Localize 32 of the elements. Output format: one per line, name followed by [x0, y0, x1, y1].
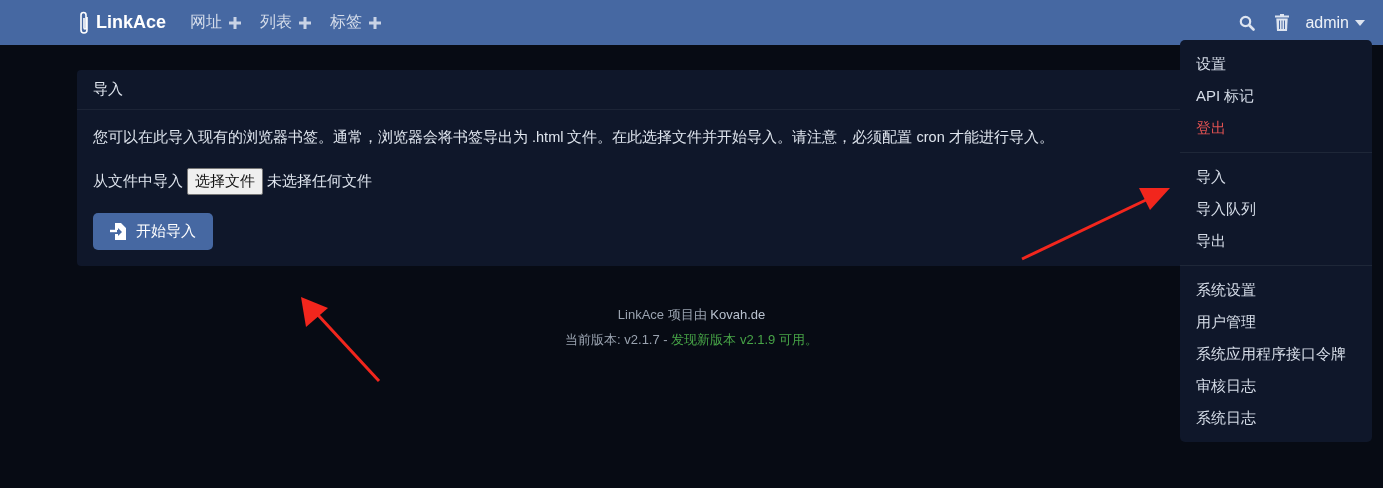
start-import-button[interactable]: 开始导入 — [93, 213, 213, 250]
menu-item[interactable]: 导入 — [1180, 161, 1372, 193]
menu-item[interactable]: 导出 — [1180, 225, 1372, 257]
plus-icon[interactable] — [368, 15, 383, 30]
menu-item[interactable]: 系统日志 — [1180, 402, 1372, 434]
search-icon[interactable] — [1239, 14, 1256, 31]
menu-item[interactable]: 设置 — [1180, 48, 1372, 80]
user-menu-button[interactable]: admin — [1305, 13, 1365, 32]
menu-item[interactable]: 审核日志 — [1180, 370, 1372, 402]
brand-logo-text[interactable]: LinkAce — [96, 12, 167, 33]
nav-link[interactable]: 网址 — [190, 12, 223, 33]
trash-icon[interactable] — [1275, 14, 1290, 31]
menu-item[interactable]: 导入队列 — [1180, 193, 1372, 225]
menu-item[interactable]: 登出 — [1180, 112, 1372, 144]
caret-icon — [1355, 19, 1365, 26]
menu-item[interactable]: API 标记 — [1180, 80, 1372, 112]
paperclip-icon — [78, 9, 90, 36]
plus-icon[interactable] — [228, 15, 243, 30]
description-text: 您可以在此导入现有的浏览器书签。通常，浏览器会将书签导出为 .html 文件。在此选择文件并开始导入。请注意，必须配置 cron 才能进行导入。 — [93, 128, 1054, 147]
update-link[interactable]: 发现新版本 v2.1.9 可用。 — [671, 332, 818, 347]
file-label: 从文件中导入 — [93, 172, 183, 191]
card-title: 导入 — [93, 80, 123, 97]
plus-icon[interactable] — [298, 15, 313, 30]
menu-item[interactable]: 用户管理 — [1180, 306, 1372, 338]
nav-link[interactable]: 标签 — [330, 12, 363, 33]
author-link[interactable]: Kovah.de — [710, 307, 766, 322]
file-import-icon — [110, 223, 126, 240]
file-status: 未选择任何文件 — [267, 172, 372, 191]
menu-item[interactable]: 系统设置 — [1180, 274, 1372, 306]
choose-file-button[interactable]: 选择文件 — [187, 168, 263, 195]
menu-item[interactable]: 系统应用程序接口令牌 — [1180, 338, 1372, 370]
nav-link[interactable]: 列表 — [260, 12, 293, 33]
